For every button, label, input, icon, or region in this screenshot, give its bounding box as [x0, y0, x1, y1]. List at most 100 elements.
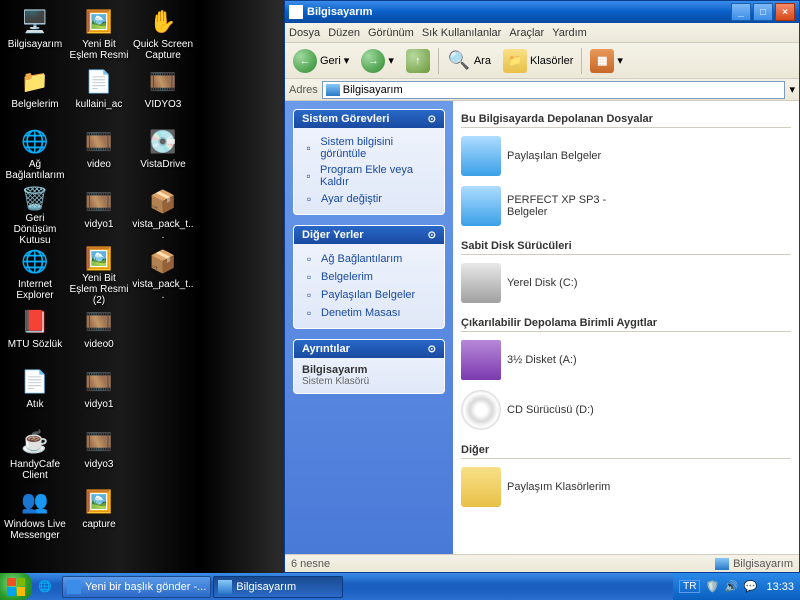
vista-pack-t--icon: 📦	[147, 186, 179, 218]
item-label: Program Ekle veya Kaldır	[320, 164, 436, 188]
kullaini-ac-icon: 📄	[83, 66, 115, 98]
sidebar-item[interactable]: ▫Paylaşılan Belgeler	[302, 286, 436, 304]
menu-item[interactable]: Araçlar	[509, 27, 544, 39]
item-icon	[461, 186, 501, 226]
item-icon: ▫	[302, 169, 315, 183]
desktop-icon[interactable]: 🖼️capture	[68, 484, 130, 542]
computer-icon	[715, 558, 729, 570]
titlebar[interactable]: Bilgisayarım _ □ ×	[285, 1, 799, 23]
icon-label: kullaini_ac	[76, 99, 123, 110]
desktop-icon[interactable]: 📕MTU Sözlük	[4, 304, 66, 362]
back-button[interactable]: ←Geri▾	[289, 47, 353, 75]
details-box: Ayrıntılar⊙ Bilgisayarım Sistem Klasörü	[293, 339, 445, 394]
desktop-icon[interactable]: 🖥️Bilgisayarım	[4, 4, 66, 62]
box-title: Diğer Yerler	[302, 229, 364, 241]
section-header: Sabit Disk Sürücüleri	[461, 240, 791, 255]
desktop-icon[interactable]: 📄Atık	[4, 364, 66, 422]
desktop-icon[interactable]: ✋Quick Screen Capture	[132, 4, 194, 62]
box-header[interactable]: Sistem Görevleri⊙	[294, 110, 444, 128]
icon-label: vidyo3	[85, 459, 114, 470]
desktop-icon[interactable]: 🌐Internet Explorer	[4, 244, 66, 302]
menu-item[interactable]: Görünüm	[368, 27, 414, 39]
item-label: Sistem bilgisini görüntüle	[320, 136, 436, 160]
desktop-icon[interactable]: 🎞️vidyo1	[68, 364, 130, 422]
address-field[interactable]: Bilgisayarım	[322, 81, 786, 99]
desktop-icon[interactable]: 📦vista_pack_t...	[132, 184, 194, 242]
views-button[interactable]: ▦▾	[586, 47, 627, 75]
desktop-icon[interactable]: 🌐Ağ Bağlantılarım	[4, 124, 66, 182]
content-item[interactable]: Paylaşım Klasörlerim	[461, 467, 641, 507]
desktop-icon[interactable]: 🖼️Yeni Bit Eşlem Resmi	[68, 4, 130, 62]
icon-label: vista_pack_t...	[132, 279, 194, 301]
content-item[interactable]: PERFECT XP SP3 - Belgeler	[461, 186, 641, 226]
chevron-down-icon: ▾	[617, 54, 623, 67]
icon-label: vidyo1	[85, 399, 114, 410]
item-icon	[461, 467, 501, 507]
sidebar-item[interactable]: ▫ Program Ekle veya Kaldır	[302, 162, 436, 190]
content-item[interactable]: Paylaşılan Belgeler	[461, 136, 641, 176]
desktop-icon[interactable]: 👥Windows Live Messenger	[4, 484, 66, 542]
box-header[interactable]: Ayrıntılar⊙	[294, 340, 444, 358]
desktop-icon[interactable]: 🖼️Yeni Bit Eşlem Resmi (2)	[68, 244, 130, 302]
tray-icon[interactable]: 💬	[743, 580, 757, 594]
vidyo3-icon: 🎞️	[83, 426, 115, 458]
maximize-button[interactable]: □	[753, 3, 773, 21]
sidebar-item[interactable]: ▫Denetim Masası	[302, 304, 436, 322]
box-header[interactable]: Diğer Yerler ⊙	[294, 226, 444, 244]
taskbar-task[interactable]: Bilgisayarım	[213, 576, 343, 598]
menu-item[interactable]: Sık Kullanılanlar	[422, 27, 502, 39]
ie-icon[interactable]: 🌐	[36, 578, 54, 596]
content-item[interactable]: 3½ Disket (A:)	[461, 340, 641, 380]
item-icon	[461, 390, 501, 430]
tray-icon[interactable]: 🔊	[724, 580, 738, 594]
language-indicator[interactable]: TR	[679, 580, 700, 593]
content-item[interactable]: Yerel Disk (C:)	[461, 263, 641, 303]
chevron-down-icon[interactable]: ▾	[789, 83, 795, 96]
desktop-icon[interactable]: 🗑️Geri Dönüşüm Kutusu	[4, 184, 66, 242]
desktop-icon[interactable]: 📄kullaini_ac	[68, 64, 130, 122]
sidebar-item[interactable]: ▫Sistem bilgisini görüntüle	[302, 134, 436, 162]
menubar: Dosya Düzen Görünüm Sık Kullanılanlar Araçla…	[285, 23, 799, 43]
collapse-icon: ⊙	[428, 114, 436, 125]
geri-d-n-m-kutusu-icon: 🗑️	[19, 186, 51, 212]
start-button[interactable]	[0, 573, 32, 600]
desktop-icon[interactable]: 🎞️vidyo1	[68, 184, 130, 242]
vidyo1-icon: 🎞️	[83, 366, 115, 398]
other-places-box: Diğer Yerler ⊙ ▫Ağ Bağlantılarım▫Belgeler…	[293, 225, 445, 329]
computer-icon	[289, 5, 303, 19]
icon-label: Yeni Bit Eşlem Resmi (2)	[68, 273, 130, 306]
minimize-button[interactable]: _	[731, 3, 751, 21]
content-item[interactable]: CD Sürücüsü (D:)	[461, 390, 641, 430]
desktop-icon[interactable]: ☕HandyCafe Client	[4, 424, 66, 482]
windows-logo-icon	[7, 578, 25, 596]
desktop-icon[interactable]: 📁Belgelerim	[4, 64, 66, 122]
desktop-icon[interactable]: 🎞️video	[68, 124, 130, 182]
bilgisayar-m-icon: 🖥️	[19, 6, 51, 38]
sidebar-item[interactable]: ▫Ayar değiştir	[302, 190, 436, 208]
tray-icon[interactable]: 🛡️	[705, 580, 719, 594]
sidebar-item[interactable]: ▫Belgelerim	[302, 268, 436, 286]
taskbar-task[interactable]: Yeni bir başlık gönder -...	[62, 576, 211, 598]
desktop-icon[interactable]: 🎞️VIDYO3	[132, 64, 194, 122]
close-button[interactable]: ×	[775, 3, 795, 21]
separator	[438, 48, 439, 74]
collapse-icon: ⊙	[428, 230, 436, 241]
desktop-icon[interactable]: 🎞️vidyo3	[68, 424, 130, 482]
desktop-icon[interactable]: 💽VistaDrive	[132, 124, 194, 182]
menu-item[interactable]: Düzen	[328, 27, 360, 39]
desktop-icon[interactable]: 🎞️video0	[68, 304, 130, 362]
search-button[interactable]: 🔍Ara	[443, 47, 495, 75]
back-label: Geri	[320, 55, 341, 67]
folders-button[interactable]: 📁Klasörler	[499, 47, 577, 75]
up-button[interactable]: ↑	[402, 47, 434, 75]
status-left: 6 nesne	[291, 558, 330, 570]
clock[interactable]: 13:33	[766, 581, 794, 593]
forward-button[interactable]: →▾	[357, 47, 398, 75]
menu-item[interactable]: Yardım	[552, 27, 587, 39]
address-bar: Adres Bilgisayarım ▾	[285, 79, 799, 101]
search-label: Ara	[474, 55, 491, 67]
menu-item[interactable]: Dosya	[289, 27, 320, 39]
section-header: Çıkarılabilir Depolama Birimli Aygıtlar	[461, 317, 791, 332]
desktop-icon[interactable]: 📦vista_pack_t...	[132, 244, 194, 302]
sidebar-item[interactable]: ▫Ağ Bağlantılarım	[302, 250, 436, 268]
